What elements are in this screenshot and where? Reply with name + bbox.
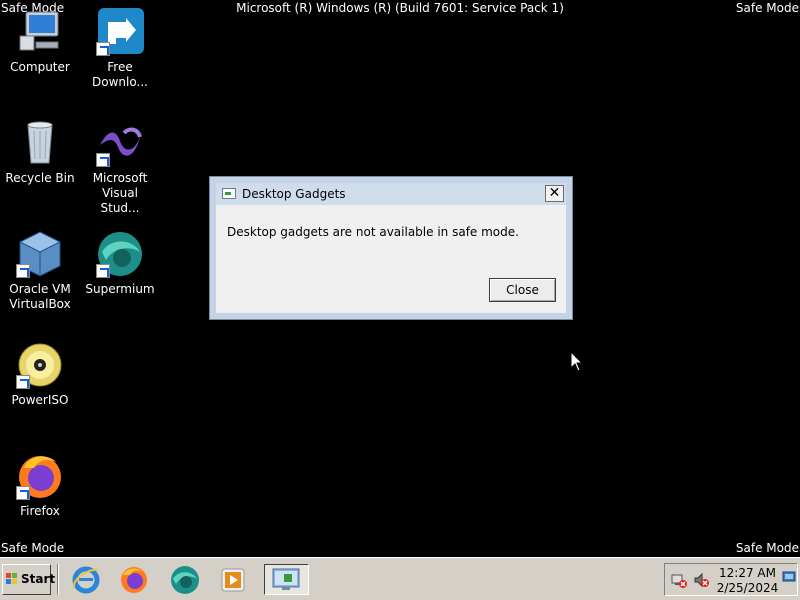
desktop-icon-poweriso[interactable]: PowerISO [1,341,79,408]
dialog-title: Desktop Gadgets [242,187,346,201]
clock-time: 12:27 AM [719,566,776,580]
poweriso-icon [16,341,64,389]
computer-icon [16,8,64,56]
desktop-icon-supermium[interactable]: Supermium [81,230,159,297]
free-download-icon [96,8,144,56]
media-player-icon [221,568,245,592]
clock[interactable]: 12:27 AM 2/25/2024 [715,566,780,596]
start-button[interactable]: Start [2,564,55,595]
shortcut-arrow-icon [96,153,110,167]
firefox-icon [16,452,64,500]
safe-mode-label-bottom-right: Safe Mode [735,541,799,555]
desktop-icon-label: Supermium [85,282,155,296]
desktop-icon-free-download[interactable]: Free Downlo... [81,8,159,90]
taskbar-media-player-button[interactable] [217,564,249,595]
desktop-icon-virtualbox[interactable]: Oracle VM VirtualBox [1,230,79,312]
taskbar: Start 12:27 AM 2/25/2024 [0,557,800,600]
taskbar-gadgets-button[interactable] [264,564,309,595]
safe-mode-label-bottom-left: Safe Mode [1,541,65,555]
shortcut-arrow-icon [96,42,110,56]
visual-studio-icon [96,119,144,167]
dialog-close-x-button[interactable]: ✕ [545,185,564,202]
gadgets-icon [272,568,300,590]
desktop-icon-label-line2: Visual Stud... [100,186,140,215]
system-tray: 12:27 AM 2/25/2024 [664,563,798,596]
desktop-icon-label: Oracle VM [9,282,71,296]
windows-logo-icon [6,573,18,585]
recycle-bin-icon [16,119,64,167]
shortcut-arrow-icon [96,264,110,278]
mouse-cursor-icon [570,350,584,376]
virtualbox-icon [16,230,64,278]
dialog-message: Desktop gadgets are not available in saf… [227,225,519,239]
desktop-icon-label: PowerISO [11,393,69,407]
start-label: Start [21,572,56,586]
close-button[interactable]: Close [489,278,556,302]
dialog-body: Desktop gadgets are not available in saf… [216,205,566,313]
network-disconnected-icon[interactable] [671,572,687,591]
taskbar-supermium-button[interactable] [169,564,201,595]
dialog-title-bar[interactable]: Desktop Gadgets ✕ [216,183,566,205]
supermium-icon [96,230,144,278]
taskbar-firefox-button[interactable] [118,564,150,595]
desktop-icon-label: Recycle Bin [5,171,75,185]
clock-date: 2/25/2024 [716,581,779,595]
supermium-icon [171,566,199,594]
desktop-icon-label: Free [107,60,133,74]
gadgets-window-icon [222,188,236,199]
shortcut-arrow-icon [16,486,30,500]
desktop-icon-label-line2: Downlo... [92,75,148,89]
show-desktop-icon[interactable] [782,570,796,587]
desktop-icon-visual-studio[interactable]: Microsoft Visual Stud... [81,119,159,216]
desktop-icon-label: Firefox [20,504,60,518]
desktop-icon-computer[interactable]: Computer [1,8,79,75]
shortcut-arrow-icon [16,264,30,278]
shortcut-arrow-icon [16,375,30,389]
desktop-gadgets-dialog: Desktop Gadgets ✕ Desktop gadgets are no… [209,176,573,320]
desktop-icon-label: Computer [10,60,70,74]
ie-icon [72,566,100,594]
desktop-icon-recycle-bin[interactable]: Recycle Bin [1,119,79,186]
volume-muted-icon[interactable] [693,572,709,591]
desktop-icon-label-line2: VirtualBox [9,297,71,311]
desktop-icon-firefox[interactable]: Firefox [1,452,79,519]
taskbar-ie-button[interactable] [70,564,102,595]
firefox-icon [121,567,147,593]
desktop-icon-label: Microsoft [92,171,148,185]
quicklaunch-separator [57,564,59,595]
